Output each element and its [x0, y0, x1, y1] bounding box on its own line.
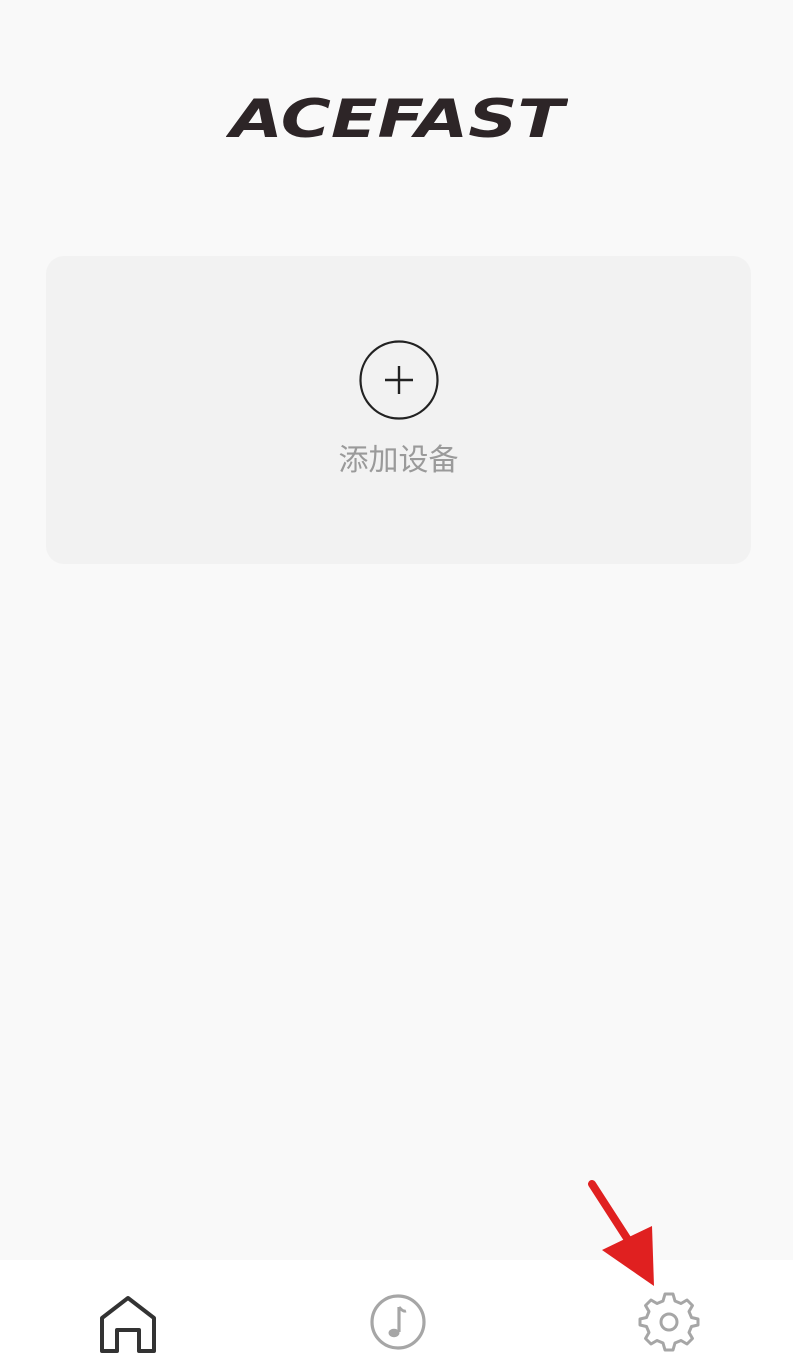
add-device-card[interactable]: 添加设备 — [46, 256, 751, 564]
acefast-logo: ACEFAST — [225, 89, 569, 150]
bottom-tab-bar — [0, 1260, 793, 1372]
logo-text: ACEFAST — [226, 93, 568, 141]
gear-icon — [638, 1292, 700, 1352]
home-icon — [100, 1296, 156, 1353]
tab-music[interactable] — [366, 1290, 430, 1354]
tab-home[interactable] — [96, 1290, 160, 1354]
plus-circle-icon[interactable] — [358, 339, 440, 421]
tab-settings[interactable] — [637, 1290, 701, 1354]
music-note-icon — [370, 1294, 426, 1350]
add-device-label: 添加设备 — [338, 443, 459, 478]
